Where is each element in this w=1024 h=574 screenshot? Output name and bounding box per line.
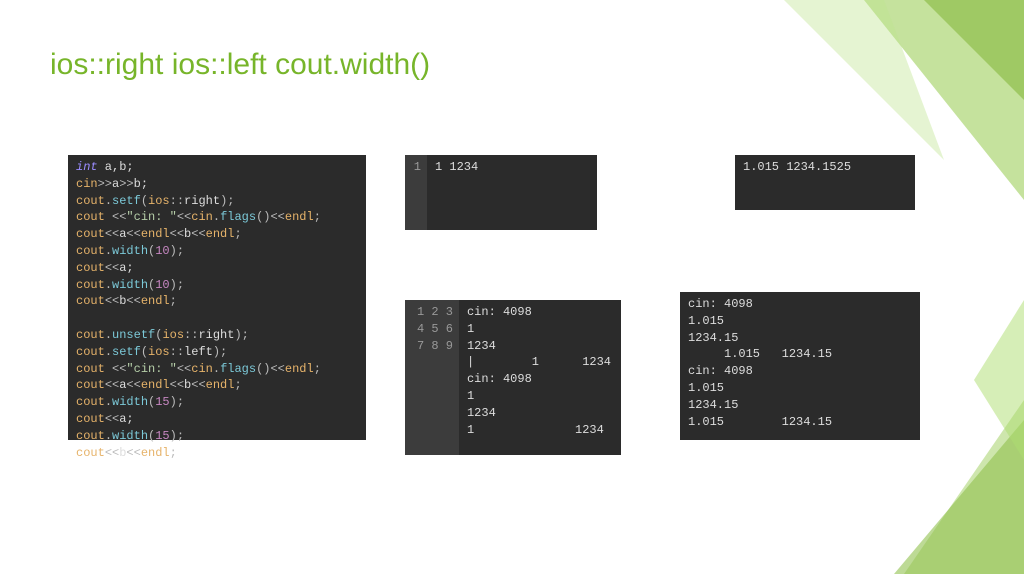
code-main-panel: int a,b;cin>>a>>b;cout.setf(ios::right);… bbox=[68, 155, 366, 440]
code-line: cout<<a<<endl<<b<<endl; bbox=[76, 226, 356, 243]
code-line: cin>>a>>b; bbox=[76, 176, 356, 193]
code-line bbox=[76, 310, 356, 327]
background-decoration bbox=[724, 0, 1024, 574]
code-line: cout.width(10); bbox=[76, 277, 356, 294]
code-line: cout <<"cin: "<<cin.flags()<<endl; bbox=[76, 361, 356, 378]
output-b-body: 1.015 1234.1525 bbox=[735, 155, 915, 210]
code-line: cout<<b<<endl; bbox=[76, 445, 356, 462]
code-main-body: int a,b;cin>>a>>b;cout.setf(ios::right);… bbox=[68, 155, 366, 440]
code-line: cout<<a; bbox=[76, 260, 356, 277]
code-line: cout.width(15); bbox=[76, 428, 356, 445]
code-line: cout<<b<<endl; bbox=[76, 293, 356, 310]
output-panel-a: 1 1 1234 bbox=[405, 155, 597, 230]
output-d-body: cin: 4098 1.015 1234.15 1.015 1234.15 ci… bbox=[680, 292, 920, 440]
slide-title: ios::right ios::left cout.width() bbox=[50, 48, 430, 82]
code-line: cout<<a<<endl<<b<<endl; bbox=[76, 377, 356, 394]
output-panel-b: 1.015 1234.1525 bbox=[735, 155, 915, 210]
code-line: cout.width(10); bbox=[76, 243, 356, 260]
code-line: cout <<"cin: "<<cin.flags()<<endl; bbox=[76, 209, 356, 226]
code-line: cout.setf(ios::left); bbox=[76, 344, 356, 361]
output-a-body: 1 1234 bbox=[427, 155, 597, 230]
output-panel-d: cin: 4098 1.015 1234.15 1.015 1234.15 ci… bbox=[680, 292, 920, 440]
code-line: cout<<a; bbox=[76, 411, 356, 428]
code-line: cout.width(15); bbox=[76, 394, 356, 411]
output-a-gutter: 1 bbox=[405, 155, 427, 230]
output-c-body: cin: 4098 1 1234 | 1 1234 cin: 4098 1 12… bbox=[459, 300, 621, 455]
output-panel-c: 1 2 3 4 5 6 7 8 9 cin: 4098 1 1234 | 1 1… bbox=[405, 300, 621, 455]
output-c-gutter: 1 2 3 4 5 6 7 8 9 bbox=[405, 300, 459, 455]
code-line: cout.setf(ios::right); bbox=[76, 193, 356, 210]
code-line: int a,b; bbox=[76, 159, 356, 176]
code-line: cout.unsetf(ios::right); bbox=[76, 327, 356, 344]
